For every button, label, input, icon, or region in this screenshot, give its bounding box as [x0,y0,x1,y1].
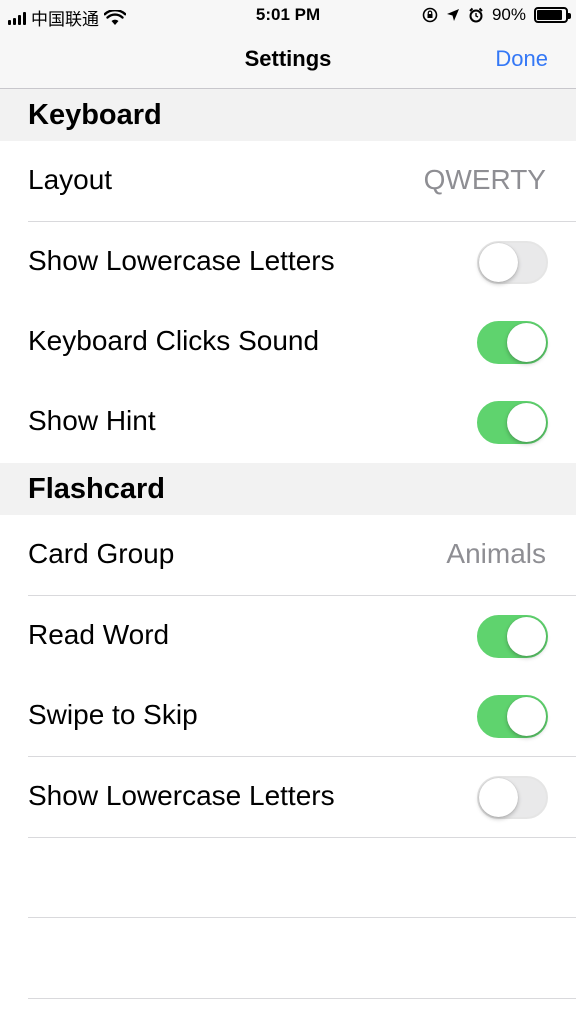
section-header-flashcard: Flashcard [0,463,576,515]
keyboard-clicks-sound-toggle[interactable] [477,321,548,364]
empty-row-separator [28,998,576,999]
row-value: Animals [446,538,546,569]
toggle-knob [507,403,546,442]
section-header-keyboard: Keyboard [0,89,576,141]
section-title: Keyboard [28,99,162,131]
battery-icon [534,7,571,23]
row-label: Swipe to Skip [28,699,198,730]
row-show-lowercase-letters-flashcard: Show Lowercase Letters [0,757,576,838]
toggle-knob [507,697,546,736]
row-show-lowercase-letters: Show Lowercase Letters [0,222,576,303]
row-value: QWERTY [423,164,546,195]
location-icon [446,9,459,21]
section-title: Flashcard [28,473,165,505]
alarm-icon [469,7,483,23]
status-bar: 中国联通 5:01 PM 90% [0,0,576,30]
row-read-word: Read Word [0,596,576,677]
row-card-group[interactable]: Card Group Animals [0,515,576,596]
battery-fill [537,10,563,20]
read-word-toggle[interactable] [477,615,548,658]
row-keyboard-clicks-sound: Keyboard Clicks Sound [0,302,576,383]
flashcard-show-lowercase-toggle[interactable] [477,776,548,819]
show-hint-toggle[interactable] [477,401,548,444]
toggle-knob [507,617,546,656]
row-label: Layout [28,164,113,195]
row-layout[interactable]: Layout QWERTY [0,141,576,222]
swipe-to-skip-toggle[interactable] [477,695,548,738]
toggle-knob [479,778,518,817]
toggle-knob [479,243,518,282]
row-label: Card Group [28,538,175,569]
status-bar-right: 90% [422,5,571,25]
rotation-lock-icon [422,7,438,23]
row-label: Show Lowercase Letters [28,780,335,811]
row-label: Show Lowercase Letters [28,245,335,276]
row-show-hint: Show Hint [0,382,576,463]
toggle-knob [507,323,546,362]
row-label: Show Hint [28,405,156,436]
navigation-bar: Settings Done [0,30,576,89]
empty-row-separator [28,917,576,918]
done-button[interactable]: Done [495,46,548,72]
row-swipe-to-skip: Swipe to Skip [0,676,576,757]
show-lowercase-toggle[interactable] [477,241,548,284]
page-title: Settings [244,46,332,71]
row-label: Keyboard Clicks Sound [28,325,320,356]
battery-percent: 90% [491,5,526,24]
row-label: Read Word [28,619,170,650]
